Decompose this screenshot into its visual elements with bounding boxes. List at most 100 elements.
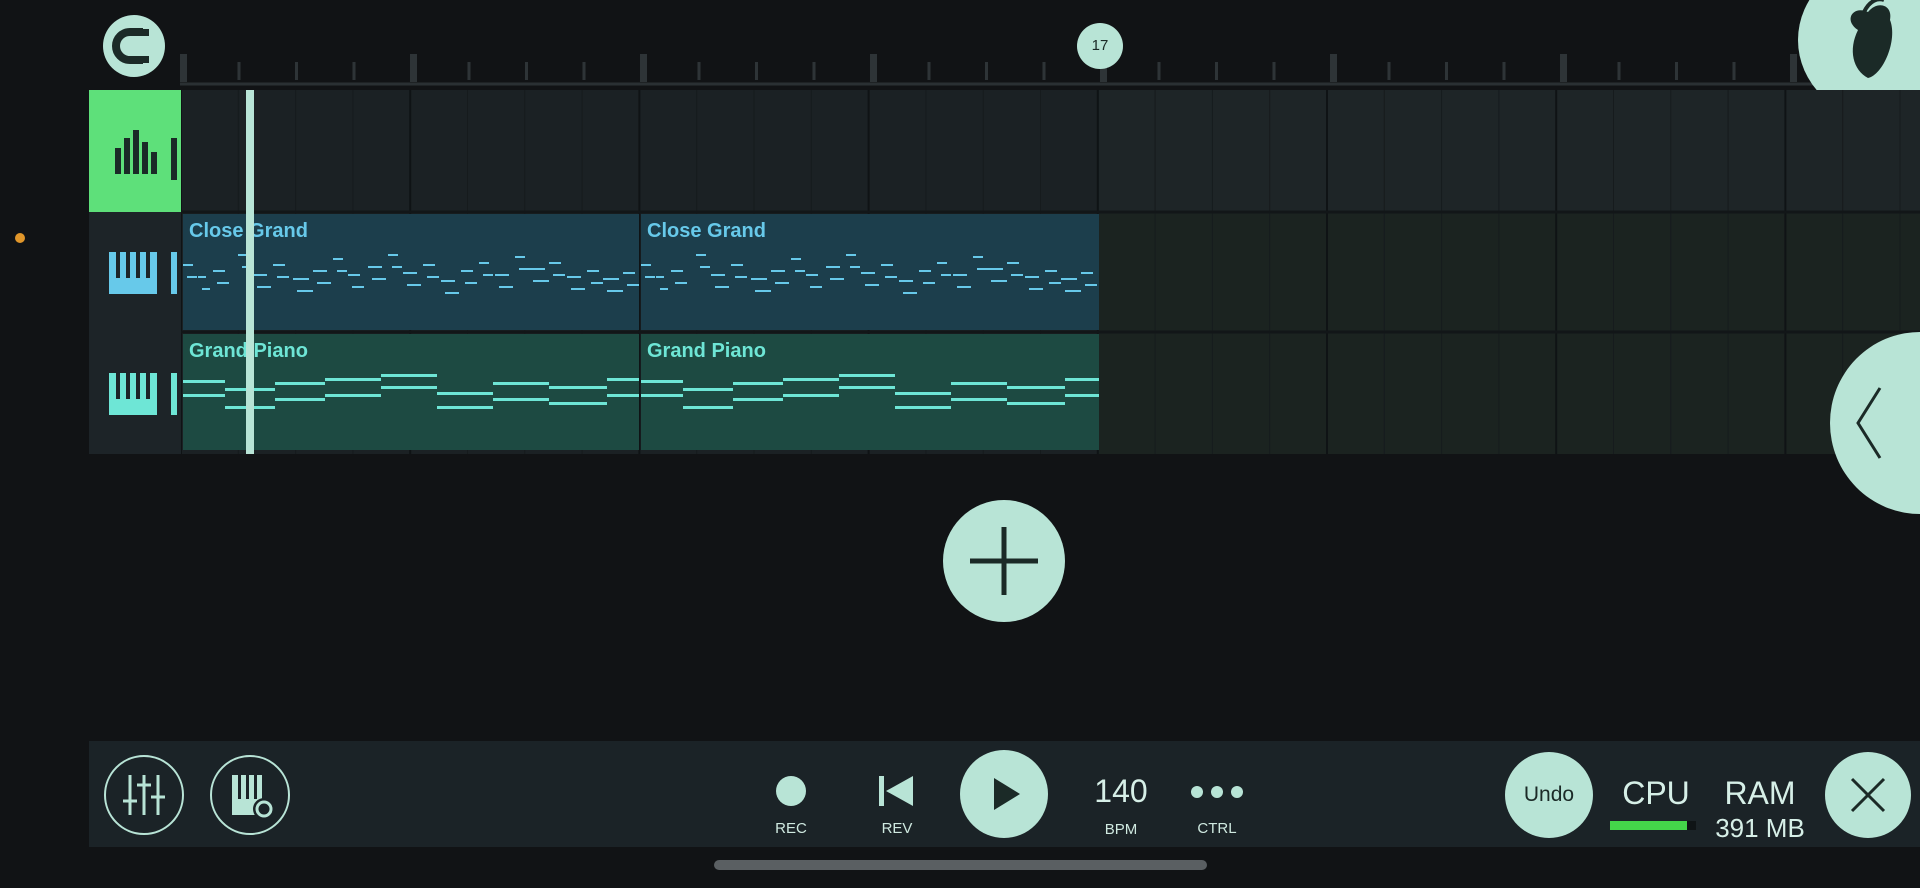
midi-note [977,268,987,270]
midi-note [553,274,565,276]
track-header-grand-piano[interactable] [89,333,181,454]
timeline-ruler[interactable] [180,40,1920,86]
midi-note [830,278,844,280]
midi-note [549,262,561,264]
midi-note [325,378,381,381]
midi-note [465,282,477,284]
playlist-grid[interactable]: Close Grand Close Grand Grand Piano Gran… [180,90,1920,454]
midi-note [775,282,789,284]
ram-label[interactable]: RAM [1715,775,1805,812]
ctrl-label: CTRL [1197,820,1237,837]
midi-note [783,394,839,397]
midi-note [660,288,668,290]
cpu-label[interactable]: CPU [1613,775,1699,812]
midi-note [388,254,398,256]
record-icon[interactable] [776,776,806,806]
ruler-tick [697,62,701,80]
midi-note [791,258,801,260]
midi-note [733,382,783,385]
midi-note [587,270,599,272]
chevron-left-icon [1856,387,1882,459]
ruler-tick [1617,62,1621,80]
ruler-tick [525,62,528,80]
midi-note [392,266,402,268]
midi-note [183,394,225,397]
midi-note [198,276,206,278]
side-panel-toggle[interactable] [1830,332,1920,514]
midi-note [493,382,549,385]
status-dot [15,233,25,243]
more-icon[interactable] [1189,785,1245,799]
midi-note [919,270,931,272]
clip-close-grand-2[interactable]: Close Grand [641,214,1099,330]
midi-note [641,394,683,397]
midi-note [423,264,435,266]
piano-track-icon [109,373,157,415]
ruler-tick [1042,62,1046,80]
play-button[interactable] [960,750,1048,838]
ruler-tick [1732,62,1736,80]
midi-note [1025,276,1039,278]
midi-note [826,266,840,268]
playhead[interactable] [246,90,254,454]
ruler-tick [870,54,877,82]
midi-note [352,286,364,288]
midi-note [603,278,619,280]
midi-note [317,282,331,284]
rewind-icon[interactable] [877,774,917,808]
midi-note [953,274,967,276]
ruler-tick [1790,54,1797,82]
midi-note [372,278,386,280]
midi-note [479,262,489,264]
midi-note [441,280,455,282]
ruler-tick [985,62,988,80]
channel-settings-icon [232,775,275,820]
ruler-tick [1445,62,1448,80]
close-button[interactable] [1825,752,1911,838]
midi-note [381,386,437,389]
snap-magnet-button[interactable] [103,15,165,77]
midi-note [1085,284,1097,286]
clip-label: Close Grand [647,220,766,242]
mixer-button[interactable] [104,755,184,835]
track-color-stripe [171,373,177,415]
add-track-button[interactable] [943,500,1065,622]
midi-note [1011,274,1023,276]
midi-note [923,282,935,284]
midi-note [783,378,839,381]
undo-button[interactable]: Undo [1505,752,1593,838]
midi-note [381,374,437,377]
bpm-value[interactable]: 140 [1089,773,1153,810]
midi-note [957,286,971,288]
bpm-label: BPM [1104,821,1138,838]
ruler-tick [467,62,471,80]
channel-settings-button[interactable] [210,755,290,835]
midi-note [937,262,947,264]
add-icon [970,527,1038,595]
midi-note [881,264,893,266]
midi-note [461,270,473,272]
playhead-position-marker[interactable]: 17 [1077,23,1123,69]
midi-note [1029,288,1043,290]
midi-note [183,264,193,266]
ruler-tick [927,62,931,80]
ruler-tick [755,62,758,80]
midi-note [313,270,327,272]
midi-note [755,290,771,292]
midi-note [700,266,710,268]
clip-grand-piano-2[interactable]: Grand Piano [641,334,1099,450]
home-indicator [714,860,1207,870]
midi-note [1081,272,1093,274]
midi-note [751,278,767,280]
midi-note [403,272,417,274]
midi-note [1065,394,1099,397]
rev-label: REV [881,820,913,837]
ruler-tick [1215,62,1218,80]
midi-note [641,264,651,266]
track-header-close-grand[interactable] [89,212,181,333]
ruler-tick [640,54,647,82]
track-header-drums[interactable] [89,90,181,212]
midi-note [333,258,343,260]
midi-note [711,274,725,276]
midi-note [213,270,225,272]
